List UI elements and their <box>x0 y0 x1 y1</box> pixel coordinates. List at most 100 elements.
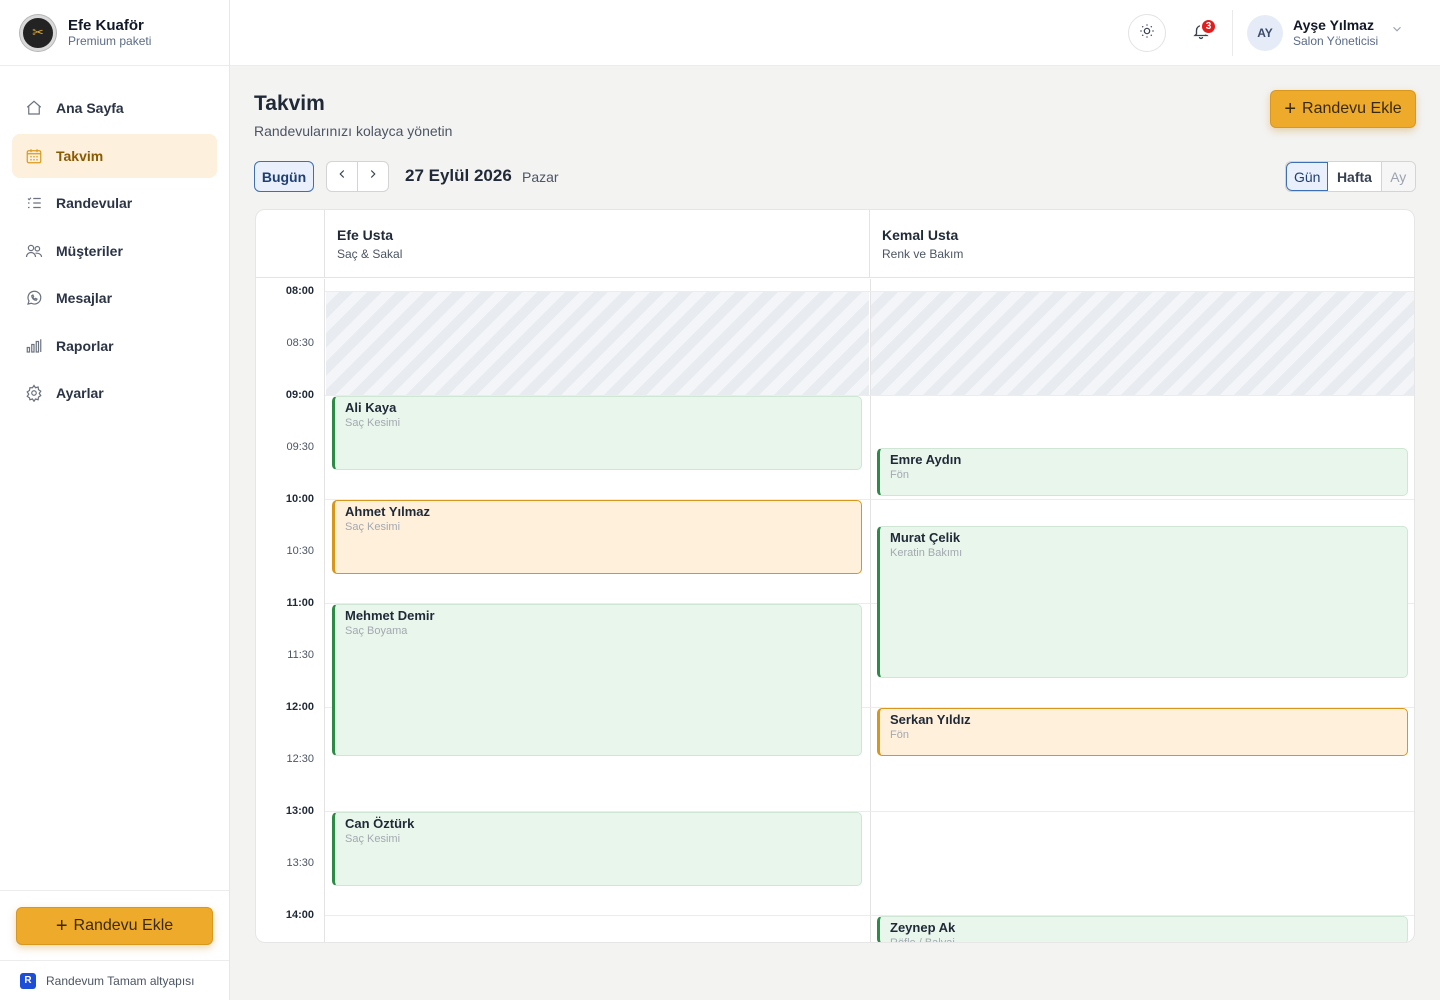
appointment-service: Saç Boyama <box>345 625 408 637</box>
theme-toggle-button[interactable] <box>1128 14 1166 52</box>
time-slot-label: 10:30 <box>286 545 314 557</box>
sidebar-item-label: Mesajlar <box>56 290 113 306</box>
time-slot-label: 13:00 <box>285 805 314 817</box>
add-appointment-button[interactable]: + Randevu Ekle <box>1270 90 1416 128</box>
time-slot-label: 11:00 <box>286 597 314 609</box>
list-icon <box>24 193 44 213</box>
brand-name: Efe Kuaför <box>68 16 144 34</box>
sidebar-item-label: Randevular <box>56 195 133 211</box>
appointment-customer: Murat Çelik <box>890 530 961 545</box>
user-name[interactable]: Ayşe Yılmaz <box>1293 17 1374 33</box>
appointment-card[interactable]: Zeynep Ak Röfle / Balyaj <box>877 916 1408 942</box>
view-day-button[interactable]: Gün <box>1286 162 1329 191</box>
staff-name: Efe Usta <box>337 227 394 243</box>
sidebar-item-label: Raporlar <box>56 337 114 354</box>
page-title: Takvim <box>254 92 325 115</box>
user-role: Salon Yöneticisi <box>1293 34 1379 48</box>
time-slot-label: 12:30 <box>286 753 314 765</box>
unavailable-block <box>326 291 869 395</box>
time-slot-label: 13:30 <box>286 857 314 869</box>
appointment-service: Keratin Bakımı <box>890 547 963 559</box>
sidebar-item-reports[interactable]: Raporlar <box>12 324 217 368</box>
sidebar-item-label: Takvim <box>56 147 104 164</box>
avatar[interactable]: AY <box>1247 15 1283 51</box>
appointment-card[interactable]: Serkan Yıldız Fön <box>877 708 1408 756</box>
current-date: 27 Eylül 2026 <box>405 166 512 185</box>
sidebar-add-appointment-label: Randevu Ekle <box>73 917 174 934</box>
sidebar-item-calendar[interactable]: Takvim <box>12 133 217 178</box>
brand-plan: Premium paketi <box>68 33 152 48</box>
topbar: 3 AY Ayşe Yılmaz Salon Yöneticisi <box>230 0 1440 66</box>
appointment-card[interactable]: Ali Kaya Saç Kesimi <box>332 396 862 470</box>
chevron-down-icon[interactable] <box>1390 22 1404 41</box>
scissors-icon: ✂ <box>20 14 56 51</box>
brand-header: ✂ Efe Kuaför Premium paketi <box>0 0 229 66</box>
sun-icon <box>1139 23 1155 44</box>
today-button[interactable]: Bugün <box>254 161 314 192</box>
appointment-customer: Zeynep Ak <box>890 920 956 935</box>
time-slot-label: 09:00 <box>285 389 314 401</box>
plus-icon: + <box>1284 97 1297 120</box>
staff-column-header: Kemal Usta Renk ve Bakım <box>870 210 1414 278</box>
appointment-card[interactable]: Ahmet Yılmaz Saç Kesimi <box>332 500 862 574</box>
sidebar-item-label: Müşteriler <box>56 242 123 259</box>
sidebar-item-appointments[interactable]: Randevular <box>12 181 217 225</box>
appointment-card[interactable]: Murat Çelik Keratin Bakımı <box>877 526 1408 678</box>
appointment-customer: Serkan Yıldız <box>890 712 971 727</box>
sidebar-item-label: Ana Sayfa <box>56 100 124 116</box>
view-month-button[interactable]: Ay <box>1381 162 1415 191</box>
appointment-card[interactable]: Emre Aydın Fön <box>877 448 1408 496</box>
next-day-button[interactable] <box>357 162 388 191</box>
prev-day-button[interactable] <box>327 162 357 191</box>
sidebar-nav: Ana Sayfa Takvim Randevular Müşteriler M… <box>0 66 229 415</box>
topbar-divider <box>1232 10 1233 56</box>
appointment-service: Fön <box>890 469 909 481</box>
sidebar-add-appointment-button[interactable]: + Randevu Ekle <box>16 907 213 945</box>
appointment-service: Saç Kesimi <box>345 521 401 533</box>
view-toggle: Gün Hafta Ay <box>1285 161 1416 192</box>
appointment-customer: Ali Kaya <box>345 400 397 415</box>
notification-count-badge: 3 <box>1200 18 1217 35</box>
bar-chart-icon <box>24 336 44 356</box>
gear-icon <box>24 383 44 403</box>
hour-grid-line <box>325 291 1414 292</box>
appointment-service: Saç Kesimi <box>345 833 401 845</box>
sidebar-bottom: + Randevu Ekle <box>0 890 229 960</box>
appointment-customer: Can Öztürk <box>345 816 415 831</box>
staff-specialty: Renk ve Bakım <box>882 247 964 261</box>
calendar-grid: Efe Usta Saç & Sakal Kemal Usta Renk ve … <box>255 209 1415 943</box>
sidebar-item-customers[interactable]: Müşteriler <box>12 229 217 273</box>
unavailable-block <box>871 291 1414 395</box>
appointment-customer: Emre Aydın <box>890 452 962 467</box>
staff-specialty: Saç & Sakal <box>337 247 403 261</box>
home-icon <box>24 98 44 118</box>
add-appointment-label: Randevu Ekle <box>1302 100 1402 117</box>
sidebar-item-messages[interactable]: Mesajlar <box>12 276 217 320</box>
whatsapp-icon <box>24 288 44 308</box>
time-slot-label: 10:00 <box>285 493 314 505</box>
time-slot-label: 14:00 <box>285 909 314 921</box>
staff-name: Kemal Usta <box>882 227 959 243</box>
time-slot-label: 08:00 <box>285 285 314 297</box>
footer-brand: R Randevum Tamam altyapısı <box>0 960 229 1000</box>
date-nav <box>326 161 389 192</box>
time-slot-label: 11:30 <box>287 649 314 661</box>
appointment-card[interactable]: Can Öztürk Saç Kesimi <box>332 812 862 886</box>
appointment-service: Saç Kesimi <box>345 417 401 429</box>
appointment-customer: Mehmet Demir <box>345 608 435 623</box>
sidebar: ✂ Efe Kuaför Premium paketi Ana Sayfa Ta… <box>0 0 230 1000</box>
sidebar-item-settings[interactable]: Ayarlar <box>12 371 217 415</box>
view-week-button[interactable]: Hafta <box>1328 162 1382 191</box>
staff-column-header: Efe Usta Saç & Sakal <box>325 210 870 278</box>
sidebar-item-home[interactable]: Ana Sayfa <box>12 86 217 130</box>
chevron-left-icon <box>335 167 349 186</box>
appointment-service: Fön <box>890 729 909 741</box>
plus-icon: + <box>55 914 68 937</box>
page-subtitle: Randevularınızı kolayca yönetin <box>254 123 453 139</box>
calendar-icon <box>24 146 44 166</box>
time-column: 08:00 08:30 09:00 09:30 10:00 10:30 11:00 11:30… <box>256 279 325 942</box>
calendar-body: 08:00 08:30 09:00 09:30 10:00 10:30 11:00 11:30… <box>256 279 1414 942</box>
time-column-header <box>256 210 325 278</box>
appointment-card[interactable]: Mehmet Demir Saç Boyama <box>332 604 862 756</box>
users-icon <box>24 241 44 261</box>
